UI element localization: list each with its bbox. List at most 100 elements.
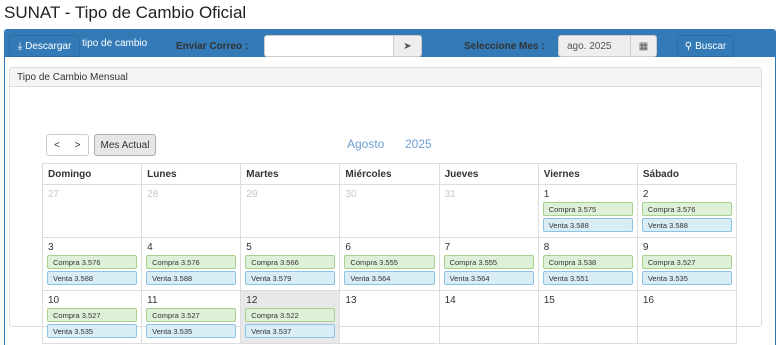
calendar-day-cell[interactable]: 2 Compra 3.576 Venta 3.588	[636, 184, 738, 238]
weekday-header: Viernes	[537, 163, 638, 185]
buy-rate-event[interactable]: Compra 3.576	[47, 255, 138, 269]
buy-rate-event[interactable]: Compra 3.566	[245, 255, 336, 269]
calendar-picker-icon: ▦	[638, 40, 649, 52]
calendar-day-cell[interactable]: 13	[339, 290, 440, 344]
sell-rate-event[interactable]: Venta 3.564	[344, 271, 435, 285]
calendar-day-cell[interactable]: 30	[339, 184, 440, 238]
day-number: 8	[543, 242, 550, 253]
buy-rate-event[interactable]: Compra 3.575	[542, 202, 633, 216]
buy-rate-event[interactable]: Compra 3.527	[146, 308, 237, 322]
calendar-day-cell[interactable]: 9 Compra 3.527 Venta 3.535	[636, 237, 738, 291]
calendar-day-cell[interactable]: 14	[438, 290, 539, 344]
calendar-day-cell[interactable]: 11 Compra 3.527 Venta 3.535	[141, 290, 242, 344]
day-number: 12	[246, 295, 258, 306]
weekday-header: Sábado	[636, 163, 738, 185]
weekday-header-row: Domingo Lunes Martes Miércoles Jueves Vi…	[41, 163, 738, 185]
sell-rate-event[interactable]: Venta 3.588	[542, 218, 633, 232]
sell-rate-event[interactable]: Venta 3.588	[47, 271, 138, 285]
search-button[interactable]: ⚲ Buscar	[677, 35, 734, 57]
buy-rate-event[interactable]: Compra 3.576	[146, 255, 237, 269]
search-label: Buscar	[695, 40, 727, 52]
weekday-header: Domingo	[41, 163, 143, 185]
calendar-day-cell[interactable]: 28	[141, 184, 242, 238]
sell-rate-event[interactable]: Venta 3.564	[443, 271, 534, 285]
buy-rate-event[interactable]: Compra 3.538	[542, 255, 633, 269]
day-number: 30	[345, 189, 357, 200]
sell-rate-event[interactable]: Venta 3.579	[245, 271, 336, 285]
download-button[interactable]: ⤓ Descargar	[9, 35, 80, 57]
weekday-header: Jueves	[438, 163, 539, 185]
day-number: 13	[345, 295, 357, 306]
buy-rate-event[interactable]: Compra 3.522	[245, 308, 336, 322]
calendar-day-cell[interactable]: 10 Compra 3.527 Venta 3.535	[41, 290, 143, 344]
day-number: 14	[444, 295, 456, 306]
send-email-button[interactable]: ➤	[394, 35, 422, 57]
calendar-day-cell[interactable]: 6 Compra 3.555 Venta 3.564	[339, 237, 440, 291]
buy-rate-event[interactable]: Compra 3.576	[641, 202, 732, 216]
day-number: 31	[444, 189, 456, 200]
buy-rate-event[interactable]: Compra 3.555	[443, 255, 534, 269]
day-number: 15	[543, 295, 555, 306]
weekday-header: Lunes	[141, 163, 242, 185]
day-number: 9	[642, 242, 649, 253]
sell-rate-event[interactable]: Venta 3.588	[641, 218, 732, 232]
sell-rate-event[interactable]: Venta 3.588	[146, 271, 237, 285]
day-number: 2	[642, 189, 649, 200]
calendar-day-cell[interactable]: 5 Compra 3.566 Venta 3.579	[240, 237, 341, 291]
sell-rate-event[interactable]: Venta 3.535	[641, 271, 732, 285]
day-number: 10	[48, 295, 60, 306]
buy-rate-event[interactable]: Compra 3.527	[641, 255, 732, 269]
month-select-label: Seleccione Mes :	[464, 41, 545, 52]
calendar-day-cell[interactable]: 15	[537, 290, 638, 344]
day-number: 27	[48, 189, 60, 200]
calendar-week-row: 27 28 29 30 31 1 Compra 3.575 Venta 3.588 2 Compr…	[41, 184, 738, 238]
current-month-button[interactable]: Mes Actual	[94, 134, 156, 156]
month-field[interactable]	[558, 35, 631, 57]
calendar-day-cell[interactable]: 29	[240, 184, 341, 238]
calendar-day-cell[interactable]: 31	[438, 184, 539, 238]
day-number: 3	[48, 242, 54, 253]
calendar-day-cell[interactable]: 8 Compra 3.538 Venta 3.551	[537, 237, 638, 291]
day-number: 6	[345, 242, 351, 253]
weekday-header: Martes	[240, 163, 341, 185]
sell-rate-event[interactable]: Venta 3.551	[542, 271, 633, 285]
weekday-header: Miércoles	[339, 163, 440, 185]
day-number: 16	[642, 295, 654, 306]
calendar-day-cell[interactable]: 16	[636, 290, 738, 344]
calendar-day-cell[interactable]: 27	[41, 184, 143, 238]
paper-plane-icon: ➤	[403, 40, 412, 52]
calendar-body: 27 28 29 30 31 1 Compra 3.575 Venta 3.588 2 Compr…	[41, 184, 738, 344]
calendar-week-row: 10 Compra 3.527 Venta 3.535 11 Compra 3.527 V…	[41, 290, 738, 344]
day-number: 11	[147, 295, 158, 306]
sell-rate-event[interactable]: Venta 3.535	[47, 324, 138, 338]
calendar-year: 2025	[405, 137, 432, 151]
buy-rate-event[interactable]: Compra 3.555	[344, 255, 435, 269]
calendar-week-row: 3 Compra 3.576 Venta 3.588 4 Compra 3.576 Ven…	[41, 237, 738, 291]
sell-rate-event[interactable]: Venta 3.537	[245, 324, 336, 338]
day-number: 7	[444, 242, 451, 253]
day-number: 29	[246, 189, 258, 200]
monthly-rate-header: Tipo de Cambio Mensual	[10, 68, 761, 87]
day-number: 4	[147, 242, 153, 253]
email-field[interactable]	[264, 35, 394, 57]
day-number: 1	[543, 189, 550, 200]
calendar-day-cell[interactable]: 4 Compra 3.576 Venta 3.588	[141, 237, 242, 291]
calendar-day-cell[interactable]: 1 Compra 3.575 Venta 3.588	[537, 184, 638, 238]
page-title: SUNAT - Tipo de Cambio Oficial	[4, 3, 247, 22]
buy-rate-event[interactable]: Compra 3.527	[47, 308, 138, 322]
exchange-calendar: Domingo Lunes Martes Miércoles Jueves Vi…	[41, 163, 738, 344]
next-month-button[interactable]: >	[67, 134, 89, 156]
day-number: 28	[147, 189, 159, 200]
calendar-day-cell[interactable]: 3 Compra 3.576 Venta 3.588	[41, 237, 143, 291]
download-icon: ⤓	[17, 40, 23, 52]
day-number: 5	[246, 242, 252, 253]
search-icon: ⚲	[684, 40, 693, 52]
month-picker-button[interactable]: ▦	[631, 35, 657, 57]
download-label: Descargar	[25, 40, 72, 52]
email-label: Enviar Correo :	[176, 41, 249, 52]
calendar-day-cell[interactable]: 12 Compra 3.522 Venta 3.537	[240, 290, 341, 344]
prev-month-button[interactable]: <	[46, 134, 68, 156]
calendar-month: Agosto	[347, 137, 385, 151]
sell-rate-event[interactable]: Venta 3.535	[146, 324, 237, 338]
calendar-day-cell[interactable]: 7 Compra 3.555 Venta 3.564	[438, 237, 539, 291]
